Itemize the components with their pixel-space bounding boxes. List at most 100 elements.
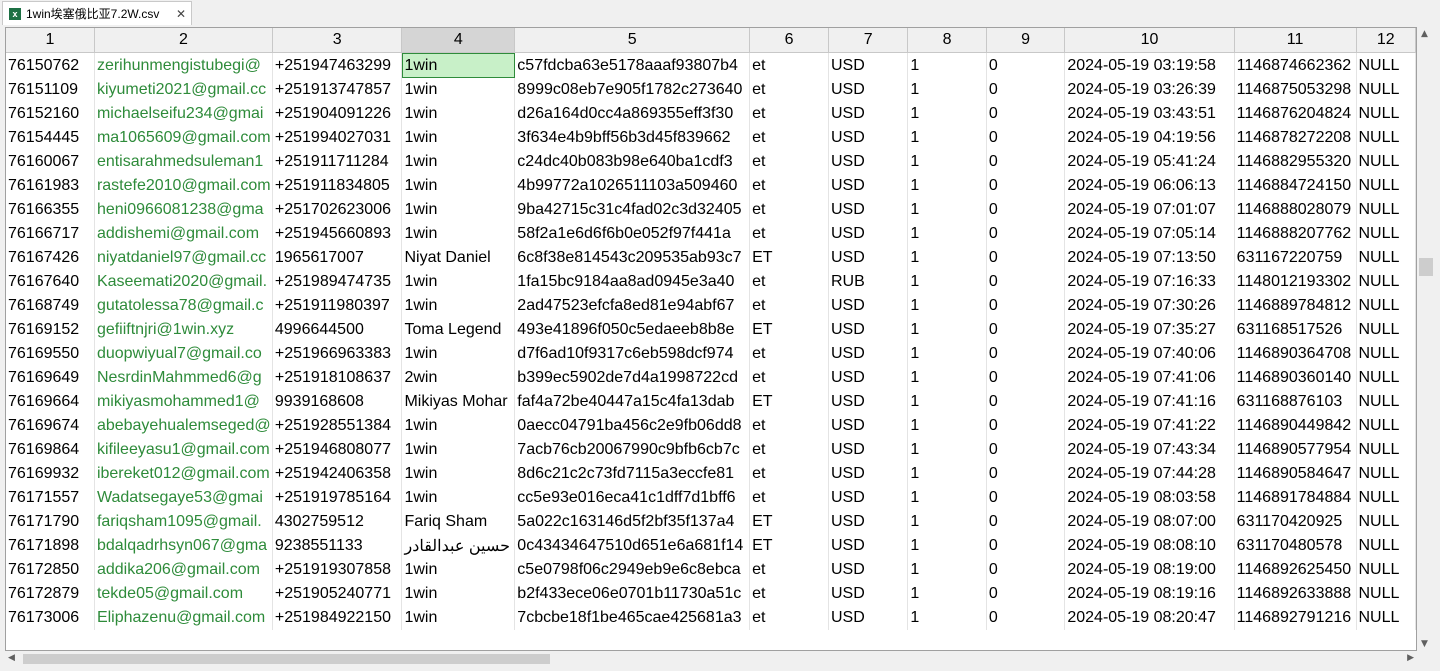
table-cell[interactable]: NULL (1356, 390, 1416, 414)
table-cell[interactable]: 1146890449842 (1234, 414, 1357, 438)
table-cell[interactable]: 1win (401, 438, 516, 462)
table-cell[interactable]: USD (828, 198, 909, 222)
table-cell[interactable]: 1win (401, 414, 516, 438)
table-cell[interactable]: NULL (1356, 78, 1416, 102)
table-cell[interactable]: d26a164d0cc4a869355eff3f30 (514, 102, 751, 126)
table-cell[interactable]: et (749, 294, 829, 318)
table-cell[interactable]: et (749, 126, 829, 150)
table-cell[interactable]: 1win (401, 198, 516, 222)
table-cell[interactable]: +251945660893 (272, 222, 403, 246)
table-cell[interactable]: +251911711284 (272, 150, 403, 174)
table-cell[interactable]: USD (828, 342, 909, 366)
horizontal-scrollbar[interactable]: ◀ ▶ (5, 651, 1417, 667)
table-cell[interactable]: +251911834805 (272, 174, 403, 198)
table-cell[interactable]: b399ec5902de7d4a1998722cd (514, 366, 751, 390)
table-cell[interactable]: 1 (907, 78, 987, 102)
table-cell[interactable]: NesrdinMahmmed6@g (94, 366, 273, 390)
table-cell[interactable]: fariqsham1095@gmail. (94, 510, 273, 534)
table-cell[interactable]: 76160067 (6, 150, 95, 174)
table-cell[interactable]: 1 (907, 366, 987, 390)
table-cell[interactable]: 5a022c163146d5f2bf35f137a4 (514, 510, 751, 534)
table-cell[interactable]: 76169550 (6, 342, 95, 366)
table-cell[interactable]: USD (828, 126, 909, 150)
table-cell[interactable]: 7acb76cb20067990c9bfb6cb7c (514, 438, 751, 462)
table-cell[interactable]: NULL (1356, 174, 1416, 198)
table-cell[interactable]: NULL (1356, 438, 1416, 462)
table-cell[interactable]: 0c43434647510d651e6a681f14 (514, 534, 751, 558)
table-cell[interactable]: 1146882955320 (1234, 150, 1357, 174)
table-cell[interactable]: 2024-05-19 03:26:39 (1064, 78, 1235, 102)
table-cell[interactable]: faf4a72be40447a15c4fa13dab (514, 390, 751, 414)
table-cell[interactable]: 76152160 (6, 102, 95, 126)
file-tab[interactable]: x 1win埃塞俄比亚7.2W.csv ✕ (2, 1, 192, 25)
table-cell[interactable]: 1146892633888 (1234, 582, 1357, 606)
table-cell[interactable]: ma1065609@gmail.com (94, 126, 273, 150)
table-cell[interactable]: 0 (986, 246, 1066, 270)
table-cell[interactable]: et (749, 174, 829, 198)
column-header-10[interactable]: 10 (1064, 28, 1235, 53)
table-cell[interactable]: 76168749 (6, 294, 95, 318)
table-cell[interactable]: NULL (1356, 52, 1416, 78)
table-cell[interactable]: NULL (1356, 222, 1416, 246)
table-cell[interactable]: USD (828, 150, 909, 174)
table-cell[interactable]: 1146890584647 (1234, 462, 1357, 486)
table-cell[interactable]: 1win (401, 150, 516, 174)
table-cell[interactable]: +251905240771 (272, 582, 403, 606)
table-cell[interactable]: +251904091226 (272, 102, 403, 126)
table-cell[interactable]: et (749, 198, 829, 222)
table-cell[interactable]: 2024-05-19 07:01:07 (1064, 198, 1235, 222)
table-cell[interactable]: NULL (1356, 486, 1416, 510)
table-cell[interactable]: USD (828, 558, 909, 582)
table-cell[interactable]: et (749, 366, 829, 390)
table-cell[interactable]: 0 (986, 52, 1066, 78)
table-cell[interactable]: USD (828, 246, 909, 270)
table-cell[interactable]: rastefe2010@gmail.com (94, 174, 273, 198)
table-cell[interactable]: USD (828, 438, 909, 462)
table-cell[interactable]: NULL (1356, 510, 1416, 534)
table-cell[interactable]: Wadatsegaye53@gmai (94, 486, 273, 510)
table-cell[interactable]: 1win (401, 126, 516, 150)
table-cell[interactable]: 1 (907, 414, 987, 438)
table-cell[interactable]: tekde05@gmail.com (94, 582, 273, 606)
table-cell[interactable]: +251918108637 (272, 366, 403, 390)
table-cell[interactable]: abebayehualemseged@ (94, 414, 273, 438)
table-cell[interactable]: et (749, 222, 829, 246)
table-cell[interactable]: gefiiftnjri@1win.xyz (94, 318, 273, 342)
table-cell[interactable]: 2024-05-19 04:19:56 (1064, 126, 1235, 150)
table-cell[interactable]: et (749, 270, 829, 294)
table-cell[interactable]: 1 (907, 270, 987, 294)
table-cell[interactable]: 1win (401, 222, 516, 246)
table-cell[interactable]: 6c8f38e814543c209535ab93c7 (514, 246, 751, 270)
table-cell[interactable]: 0 (986, 462, 1066, 486)
table-cell[interactable]: Toma Legend (401, 318, 516, 342)
table-cell[interactable]: USD (828, 78, 909, 102)
table-cell[interactable]: 0 (986, 126, 1066, 150)
table-cell[interactable]: 1146890577954 (1234, 438, 1357, 462)
table-cell[interactable]: 1146892625450 (1234, 558, 1357, 582)
table-cell[interactable]: 1 (907, 150, 987, 174)
vertical-scrollbar[interactable]: ▲ ▼ (1417, 27, 1435, 651)
table-cell[interactable]: 1 (907, 582, 987, 606)
table-cell[interactable]: ET (749, 318, 829, 342)
table-cell[interactable]: mikiyasmohammed1@ (94, 390, 273, 414)
table-cell[interactable]: 1win (401, 582, 516, 606)
scroll-right-icon[interactable]: ▶ (1407, 653, 1414, 663)
table-cell[interactable]: 2024-05-19 08:19:00 (1064, 558, 1235, 582)
table-cell[interactable]: 1 (907, 462, 987, 486)
table-cell[interactable]: et (749, 486, 829, 510)
table-cell[interactable]: 4b99772a1026511103a509460 (514, 174, 751, 198)
table-cell[interactable]: b2f433ece06e0701b11730a51c (514, 582, 751, 606)
table-cell[interactable]: kifileeyasu1@gmail.com (94, 438, 273, 462)
table-cell[interactable]: 2024-05-19 03:43:51 (1064, 102, 1235, 126)
table-cell[interactable]: NULL (1356, 414, 1416, 438)
table-cell[interactable]: +251942406358 (272, 462, 403, 486)
table-cell[interactable]: 4302759512 (272, 510, 403, 534)
csv-grid[interactable]: 1 2 3 4 5 6 7 8 9 10 11 12 76150762 zerihunmengistub… (5, 27, 1417, 651)
table-cell[interactable]: 1146875053298 (1234, 78, 1357, 102)
table-cell[interactable]: NULL (1356, 198, 1416, 222)
table-cell[interactable]: حسين عبدالقادر (401, 534, 516, 558)
table-cell[interactable]: 0 (986, 294, 1066, 318)
table-cell[interactable]: 9ba42715c31c4fad02c3d32405 (514, 198, 751, 222)
table-cell[interactable]: 1 (907, 342, 987, 366)
table-cell[interactable]: 1 (907, 126, 987, 150)
